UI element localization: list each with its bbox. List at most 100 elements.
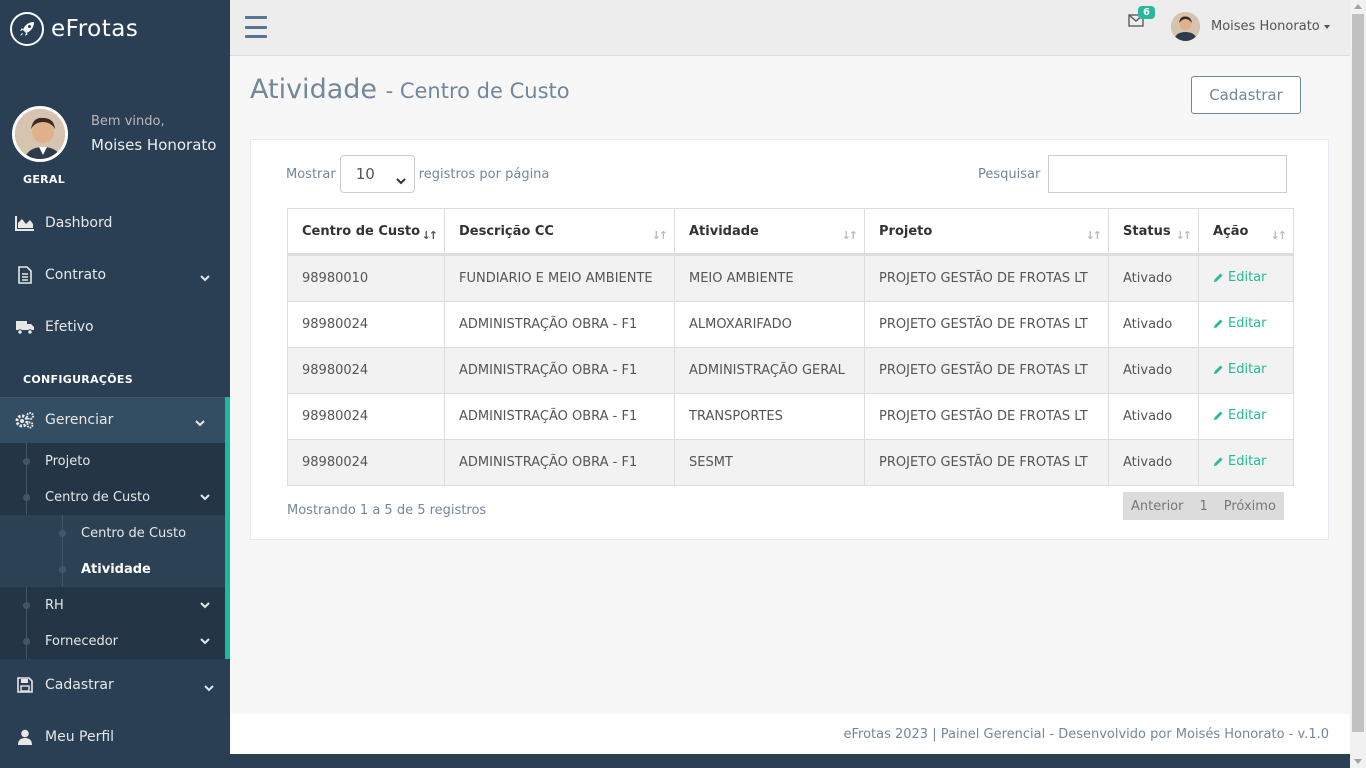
sidebar-item-dashboard[interactable]: Dashbord bbox=[0, 197, 230, 249]
cell: PROJETO GESTÃO DE FROTAS LT bbox=[865, 439, 1109, 485]
mail-badge: 6 bbox=[1138, 6, 1155, 19]
sort-asc-icon: ↓↑ bbox=[421, 229, 439, 242]
sidebar-item-label: Centro de Custo bbox=[81, 525, 187, 541]
cell: Editar bbox=[1199, 301, 1293, 347]
sidebar-item-label: Fornecedor bbox=[45, 633, 119, 649]
sidebar-item-centro-de-custo[interactable]: Centro de Custo bbox=[0, 479, 225, 515]
sidebar-item-meu-perfil[interactable]: Meu Perfil bbox=[0, 711, 230, 763]
cell: ALMOXARIFADO bbox=[675, 301, 865, 347]
edit-link[interactable]: Editar bbox=[1213, 454, 1267, 469]
avatar bbox=[12, 105, 68, 162]
pencil-icon bbox=[1214, 273, 1223, 282]
edit-link[interactable]: Editar bbox=[1213, 270, 1267, 285]
user-menu[interactable]: Moises Honorato bbox=[1171, 12, 1330, 41]
footer-text: eFrotas 2023 | Painel Gerencial - Desenv… bbox=[843, 726, 1329, 742]
brand[interactable]: eFrotas bbox=[0, 0, 230, 57]
edit-link[interactable]: Editar bbox=[1213, 316, 1267, 331]
pagination: Anterior 1 Próximo bbox=[1123, 492, 1284, 520]
chevron-down-icon bbox=[204, 680, 214, 696]
pager-next[interactable]: Próximo bbox=[1216, 499, 1284, 514]
search-label: Pesquisar bbox=[978, 166, 1041, 182]
column-header[interactable]: Projeto ↓↑ bbox=[865, 209, 1109, 255]
sort-icon: ↓↑ bbox=[841, 229, 859, 242]
cell: Ativado bbox=[1109, 301, 1199, 347]
sidebar: eFrotas Bem vindo, Moises Honorato GERAL… bbox=[0, 0, 230, 768]
cell: Ativado bbox=[1109, 255, 1199, 301]
scroll-up-icon[interactable] bbox=[1354, 4, 1362, 9]
page-size-select[interactable]: 10 bbox=[339, 155, 415, 193]
sidebar-item-label: Gerenciar bbox=[45, 412, 114, 428]
welcome-text: Bem vindo, bbox=[91, 113, 165, 129]
scrollbar-thumb[interactable] bbox=[1352, 14, 1364, 732]
table-panel: Mostrar 10 registros por página Pesquisa… bbox=[250, 139, 1329, 540]
cell: ADMINISTRAÇÃO OBRA - F1 bbox=[445, 347, 675, 393]
scrollbar[interactable] bbox=[1350, 0, 1366, 768]
cell: Editar bbox=[1199, 439, 1293, 485]
sidebar-item-cadastrar[interactable]: Cadastrar bbox=[0, 659, 230, 711]
section-title-general: GERAL bbox=[23, 173, 66, 186]
column-header[interactable]: Centro de Custo ↓↑ bbox=[288, 209, 445, 255]
page-title: Atividade - Centro de Custo bbox=[250, 74, 570, 105]
edit-link[interactable]: Editar bbox=[1213, 362, 1267, 377]
cell: SESMT bbox=[675, 439, 865, 485]
sidebar-item-label: Projeto bbox=[45, 453, 91, 469]
cell: ADMINISTRAÇÃO GERAL bbox=[675, 347, 865, 393]
sidebar-item-label: Atividade bbox=[81, 561, 151, 577]
cell: Editar bbox=[1199, 347, 1293, 393]
cell: Ativado bbox=[1109, 347, 1199, 393]
cell: ADMINISTRAÇÃO OBRA - F1 bbox=[445, 439, 675, 485]
chevron-down-icon bbox=[195, 415, 205, 431]
column-header[interactable]: Atividade ↓↑ bbox=[675, 209, 865, 255]
column-header[interactable]: Descrição CC ↓↑ bbox=[445, 209, 675, 255]
cadastrar-button[interactable]: Cadastrar bbox=[1191, 76, 1301, 114]
menu-toggle-icon[interactable] bbox=[245, 16, 267, 38]
cell: Editar bbox=[1199, 393, 1293, 439]
sidebar-item-rh[interactable]: RH bbox=[0, 587, 225, 623]
sidebar-item-gerenciar[interactable]: Gerenciar bbox=[0, 397, 230, 443]
section-title-config: CONFIGURAÇÕES bbox=[23, 373, 133, 386]
sidebar-item-efetivo[interactable]: Efetivo bbox=[0, 301, 230, 353]
show-label: Mostrar bbox=[286, 166, 336, 182]
avatar bbox=[1171, 12, 1200, 41]
column-header[interactable]: Status ↓↑ bbox=[1109, 209, 1199, 255]
sidebar-item-label: Meu Perfil bbox=[45, 729, 115, 745]
sidebar-item-cc-centro-de-custo[interactable]: Centro de Custo bbox=[0, 515, 225, 551]
edit-link[interactable]: Editar bbox=[1213, 408, 1267, 423]
sort-icon: ↓↑ bbox=[1085, 229, 1103, 242]
page-size-value: 10 bbox=[355, 165, 375, 183]
page-length-control: Mostrar 10 registros por página bbox=[286, 155, 549, 193]
sidebar-item-label: RH bbox=[45, 597, 64, 613]
profile: Bem vindo, Moises Honorato bbox=[0, 57, 230, 190]
table-row: 98980024 ADMINISTRAÇÃO OBRA - F1 ALMOXAR… bbox=[288, 301, 1293, 347]
caret-down-icon bbox=[1323, 24, 1330, 29]
search-input[interactable] bbox=[1048, 155, 1288, 193]
chevron-down-icon bbox=[200, 270, 210, 286]
sidebar-item-contrato[interactable]: Contrato bbox=[0, 249, 230, 301]
cell: ADMINISTRAÇÃO OBRA - F1 bbox=[445, 301, 675, 347]
cell: 98980024 bbox=[288, 347, 445, 393]
table-row: 98980010 FUNDIARIO E MEIO AMBIENTE MEIO … bbox=[288, 255, 1293, 301]
pencil-icon bbox=[1214, 457, 1223, 466]
scroll-down-icon[interactable] bbox=[1354, 759, 1362, 764]
cell: Ativado bbox=[1109, 439, 1199, 485]
sidebar-item-label: Efetivo bbox=[45, 319, 94, 335]
page-subtitle: - Centro de Custo bbox=[385, 79, 570, 103]
pencil-icon bbox=[1214, 411, 1223, 420]
pager-page[interactable]: 1 bbox=[1191, 499, 1215, 514]
submenu-gerenciar: Projeto Centro de Custo Centro de Custo … bbox=[0, 443, 230, 659]
pencil-icon bbox=[1214, 365, 1223, 374]
rocket-icon bbox=[10, 11, 44, 46]
brand-name: eFrotas bbox=[51, 15, 139, 42]
sidebar-item-atividade[interactable]: Atividade bbox=[0, 551, 225, 587]
column-header[interactable]: Ação ↓↑ bbox=[1199, 209, 1293, 255]
sidebar-item-projeto[interactable]: Projeto bbox=[0, 443, 225, 479]
sidebar-item-label: Contrato bbox=[45, 267, 107, 283]
cell: 98980024 bbox=[288, 439, 445, 485]
pager-prev[interactable]: Anterior bbox=[1123, 499, 1191, 514]
cell: Ativado bbox=[1109, 393, 1199, 439]
sidebar-item-fornecedor[interactable]: Fornecedor bbox=[0, 623, 225, 659]
cell: Editar bbox=[1199, 255, 1293, 301]
profile-name: Moises Honorato bbox=[91, 135, 217, 154]
page-title-text: Atividade bbox=[250, 74, 377, 105]
cell: FUNDIARIO E MEIO AMBIENTE bbox=[445, 255, 675, 301]
